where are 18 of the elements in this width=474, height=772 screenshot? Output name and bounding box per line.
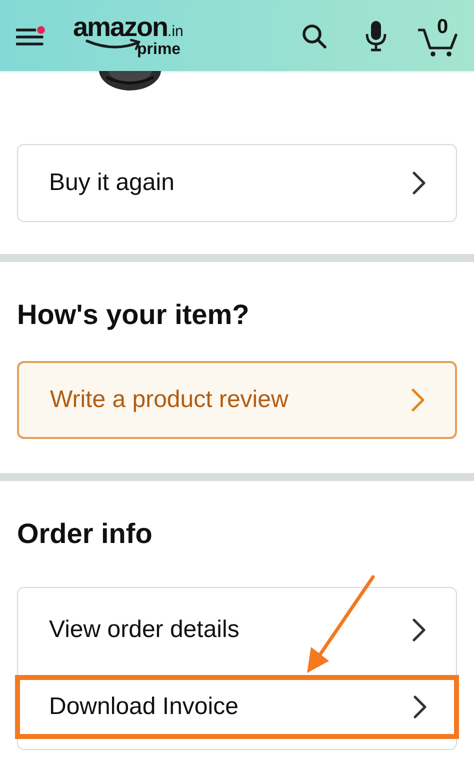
- logo-wordmark: amazon: [73, 14, 168, 38]
- chevron-icon: [413, 695, 427, 719]
- chevron-icon: [411, 388, 425, 412]
- search-icon: [301, 22, 327, 48]
- order-info-item[interactable]: Download Invoice: [15, 675, 459, 739]
- logo-subtext: prime: [137, 40, 181, 58]
- section-heading: Order info: [17, 517, 154, 551]
- write-review-button[interactable]: Write a product review: [17, 361, 457, 439]
- cart-count: 0: [437, 16, 448, 38]
- logo[interactable]: amazon.in prime: [73, 14, 184, 58]
- chevron-icon: [412, 171, 426, 195]
- section-heading: How's your item?: [17, 298, 250, 332]
- order-info-item[interactable]: View order details: [18, 588, 456, 671]
- logo-domain: .in: [168, 22, 184, 42]
- cart-button[interactable]: 0: [418, 16, 462, 56]
- chevron-icon: [412, 618, 426, 642]
- microphone-icon: [364, 20, 388, 52]
- buy-again-button[interactable]: Buy it again: [17, 144, 457, 222]
